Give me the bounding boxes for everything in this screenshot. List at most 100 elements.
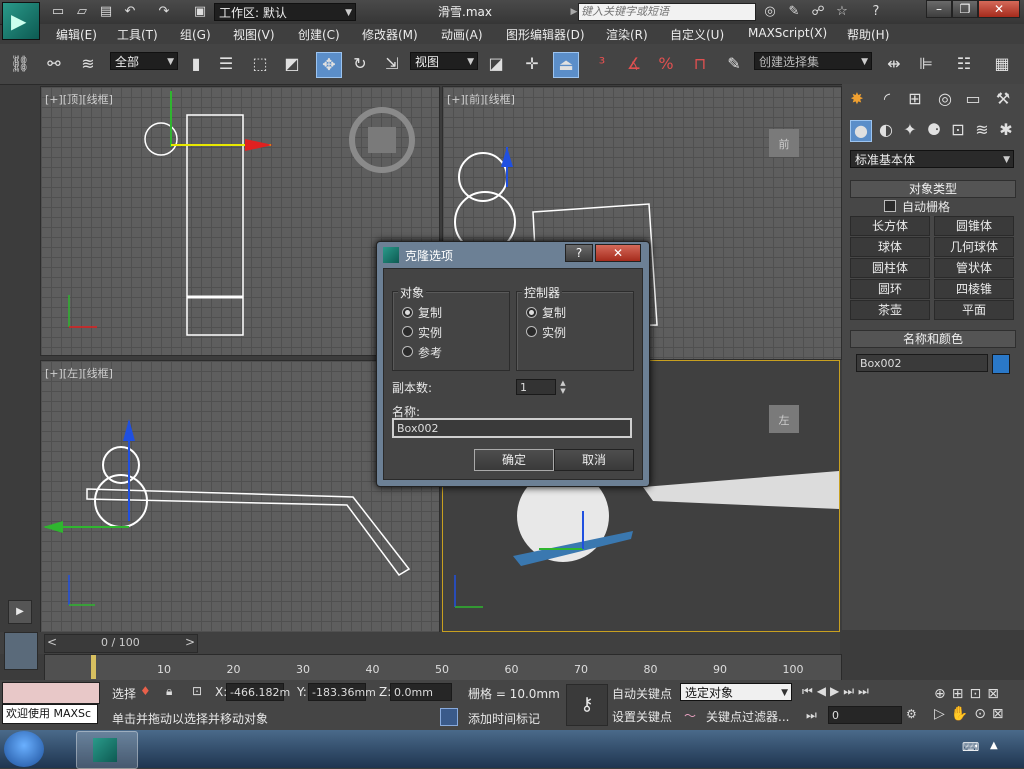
window-crossing-icon[interactable]: ◩ bbox=[280, 52, 304, 76]
menu-help[interactable]: 帮助(H) bbox=[847, 26, 889, 43]
menu-animation[interactable]: 动画(A) bbox=[441, 26, 483, 43]
time-slider-prev-icon[interactable]: < bbox=[47, 635, 57, 649]
expand-panel-icon[interactable]: ▶ bbox=[8, 600, 32, 624]
torus-button[interactable]: 圆环 bbox=[850, 279, 930, 299]
save-icon[interactable]: ▤ bbox=[98, 4, 114, 20]
workspace-dropdown[interactable]: 工作区: 默认 ▼ bbox=[214, 3, 356, 21]
menu-views[interactable]: 视图(V) bbox=[233, 26, 275, 43]
cylinder-button[interactable]: 圆柱体 bbox=[850, 258, 930, 278]
current-time-marker[interactable] bbox=[91, 655, 96, 679]
object-copy-radio[interactable] bbox=[402, 307, 413, 318]
taskbar-3dsmax-app[interactable] bbox=[76, 731, 138, 769]
box-button[interactable]: 长方体 bbox=[850, 216, 930, 236]
geometry-icon[interactable]: ● bbox=[850, 120, 872, 142]
menu-maxscript[interactable]: MAXScript(X) bbox=[748, 26, 827, 40]
plane-button[interactable]: 平面 bbox=[934, 300, 1014, 320]
reference-coordinate-dropdown[interactable]: 视图 ▼ bbox=[410, 52, 478, 70]
menu-edit[interactable]: 编辑(E) bbox=[56, 26, 97, 43]
display-tab-icon[interactable]: ▭ bbox=[962, 88, 984, 110]
set-key-button[interactable]: 设置关键点 bbox=[612, 708, 672, 725]
undo-icon[interactable]: ↶ bbox=[122, 4, 138, 20]
layer-manager-icon[interactable]: ☷ bbox=[952, 52, 976, 76]
select-manipulate-icon[interactable]: ✛ bbox=[520, 52, 544, 76]
cameras-icon[interactable]: ⚈ bbox=[924, 120, 944, 140]
windows-start-icon[interactable] bbox=[4, 731, 44, 767]
x-coord-field[interactable]: -466.182m bbox=[226, 683, 290, 701]
object-reference-radio[interactable] bbox=[402, 346, 413, 357]
object-color-swatch[interactable] bbox=[992, 354, 1010, 374]
geosphere-button[interactable]: 几何球体 bbox=[934, 237, 1014, 257]
spinner-snap-icon[interactable]: ⊓ bbox=[688, 52, 712, 76]
viewport-layout-icon[interactable] bbox=[4, 632, 38, 670]
align-icon[interactable]: ⊫ bbox=[914, 52, 938, 76]
menu-customize[interactable]: 自定义(U) bbox=[670, 26, 724, 43]
tube-button[interactable]: 管状体 bbox=[934, 258, 1014, 278]
tray-expand-icon[interactable]: ▲ bbox=[990, 740, 998, 751]
binoculars-icon[interactable]: ◎ bbox=[762, 4, 778, 20]
mirror-icon[interactable]: ⇹ bbox=[882, 52, 906, 76]
menu-modifiers[interactable]: 修改器(M) bbox=[362, 26, 418, 43]
hierarchy-tab-icon[interactable]: ⊞ bbox=[904, 88, 926, 110]
percent-snap-icon[interactable]: % bbox=[654, 52, 678, 76]
key-mode-toggle-icon[interactable]: ⏭ bbox=[806, 708, 817, 723]
add-time-tag[interactable]: 添加时间标记 bbox=[468, 710, 540, 727]
redo-icon[interactable]: ↷ bbox=[156, 4, 172, 20]
playback-controls[interactable]: ⏮◀▶⏭⏭ bbox=[802, 684, 926, 702]
dialog-close-icon[interactable]: ✕ bbox=[595, 244, 641, 262]
tools-icon[interactable]: ✎ bbox=[786, 4, 802, 20]
controller-copy-radio[interactable] bbox=[526, 307, 537, 318]
current-frame-field[interactable]: 0 bbox=[828, 706, 902, 724]
search-input[interactable] bbox=[578, 3, 756, 21]
minimize-icon[interactable]: – bbox=[926, 0, 952, 18]
new-file-icon[interactable]: ▭ bbox=[50, 4, 66, 20]
time-tag-icon[interactable] bbox=[440, 708, 458, 726]
object-name-field[interactable]: Box002 bbox=[856, 354, 988, 372]
auto-key-button[interactable]: 自动关键点 bbox=[612, 685, 672, 702]
select-move-icon[interactable]: ✥ bbox=[316, 52, 342, 78]
close-icon[interactable]: ✕ bbox=[978, 0, 1020, 18]
menu-graph-editors[interactable]: 图形编辑器(D) bbox=[506, 26, 585, 43]
utilities-tab-icon[interactable]: ⚒ bbox=[992, 88, 1014, 110]
key-filters-button[interactable]: 关键点过滤器... bbox=[706, 708, 789, 725]
copies-spinner-field[interactable]: 1 bbox=[516, 379, 556, 395]
selection-filter-dropdown[interactable]: 全部 ▼ bbox=[110, 52, 178, 70]
copies-spinner-arrows[interactable]: ▲ ▼ bbox=[558, 379, 568, 395]
rectangle-selection-icon[interactable]: ⬚ bbox=[248, 52, 272, 76]
menu-rendering[interactable]: 渲染(R) bbox=[606, 26, 648, 43]
edit-named-selection-icon[interactable]: ✎ bbox=[722, 52, 746, 76]
clone-name-input[interactable]: Box002 bbox=[392, 418, 632, 438]
restore-icon[interactable]: ❐ bbox=[952, 0, 978, 18]
snaps-toggle-icon[interactable]: ³ bbox=[590, 52, 614, 76]
graphite-tools-icon[interactable]: ▦ bbox=[990, 52, 1014, 76]
menu-create[interactable]: 创建(C) bbox=[298, 26, 340, 43]
named-selection-dropdown[interactable]: 创建选择集 ▼ bbox=[754, 52, 872, 70]
shapes-icon[interactable]: ◐ bbox=[876, 120, 896, 140]
pivot-center-icon[interactable]: ◪ bbox=[484, 52, 508, 76]
cone-button[interactable]: 圆锥体 bbox=[934, 216, 1014, 236]
motion-tab-icon[interactable]: ◎ bbox=[934, 88, 956, 110]
time-slider[interactable]: < 0 / 100 > bbox=[44, 634, 198, 653]
maxscript-listener-pink[interactable] bbox=[2, 682, 100, 704]
space-warps-icon[interactable]: ≋ bbox=[972, 120, 992, 140]
ok-button[interactable]: 确定 bbox=[474, 449, 554, 471]
object-instance-radio[interactable] bbox=[402, 326, 413, 337]
time-slider-next-icon[interactable]: > bbox=[185, 635, 195, 649]
geometry-category-dropdown[interactable]: 标准基本体 ▼ bbox=[850, 150, 1014, 168]
link-icon[interactable]: ⛓ bbox=[8, 52, 32, 76]
isolate-selection-icon[interactable]: ♦ bbox=[140, 684, 151, 698]
key-mode-dropdown[interactable]: 选定对象 ▼ bbox=[680, 683, 792, 701]
dialog-help-icon[interactable]: ? bbox=[565, 244, 593, 262]
cancel-button[interactable]: 取消 bbox=[554, 449, 634, 471]
unlink-icon[interactable]: ⚯ bbox=[42, 52, 66, 76]
select-by-name-icon[interactable]: ☰ bbox=[214, 52, 238, 76]
track-bar[interactable]: 10 20 30 40 50 60 70 80 90 100 bbox=[44, 654, 842, 682]
communication-icon[interactable]: ☍ bbox=[810, 4, 826, 20]
help-icon[interactable]: ? bbox=[868, 4, 884, 20]
lights-icon[interactable]: ✦ bbox=[900, 120, 920, 140]
keyboard-shortcut-override-icon[interactable]: ⏏ bbox=[553, 52, 579, 78]
keyboard-icon[interactable]: ⌨ bbox=[962, 740, 979, 754]
y-coord-field[interactable]: -183.36mm bbox=[308, 683, 376, 701]
create-tab-icon[interactable]: ✸ bbox=[846, 88, 868, 110]
menu-tools[interactable]: 工具(T) bbox=[117, 26, 158, 43]
name-and-color-rollout[interactable]: 名称和颜色 bbox=[850, 330, 1016, 348]
